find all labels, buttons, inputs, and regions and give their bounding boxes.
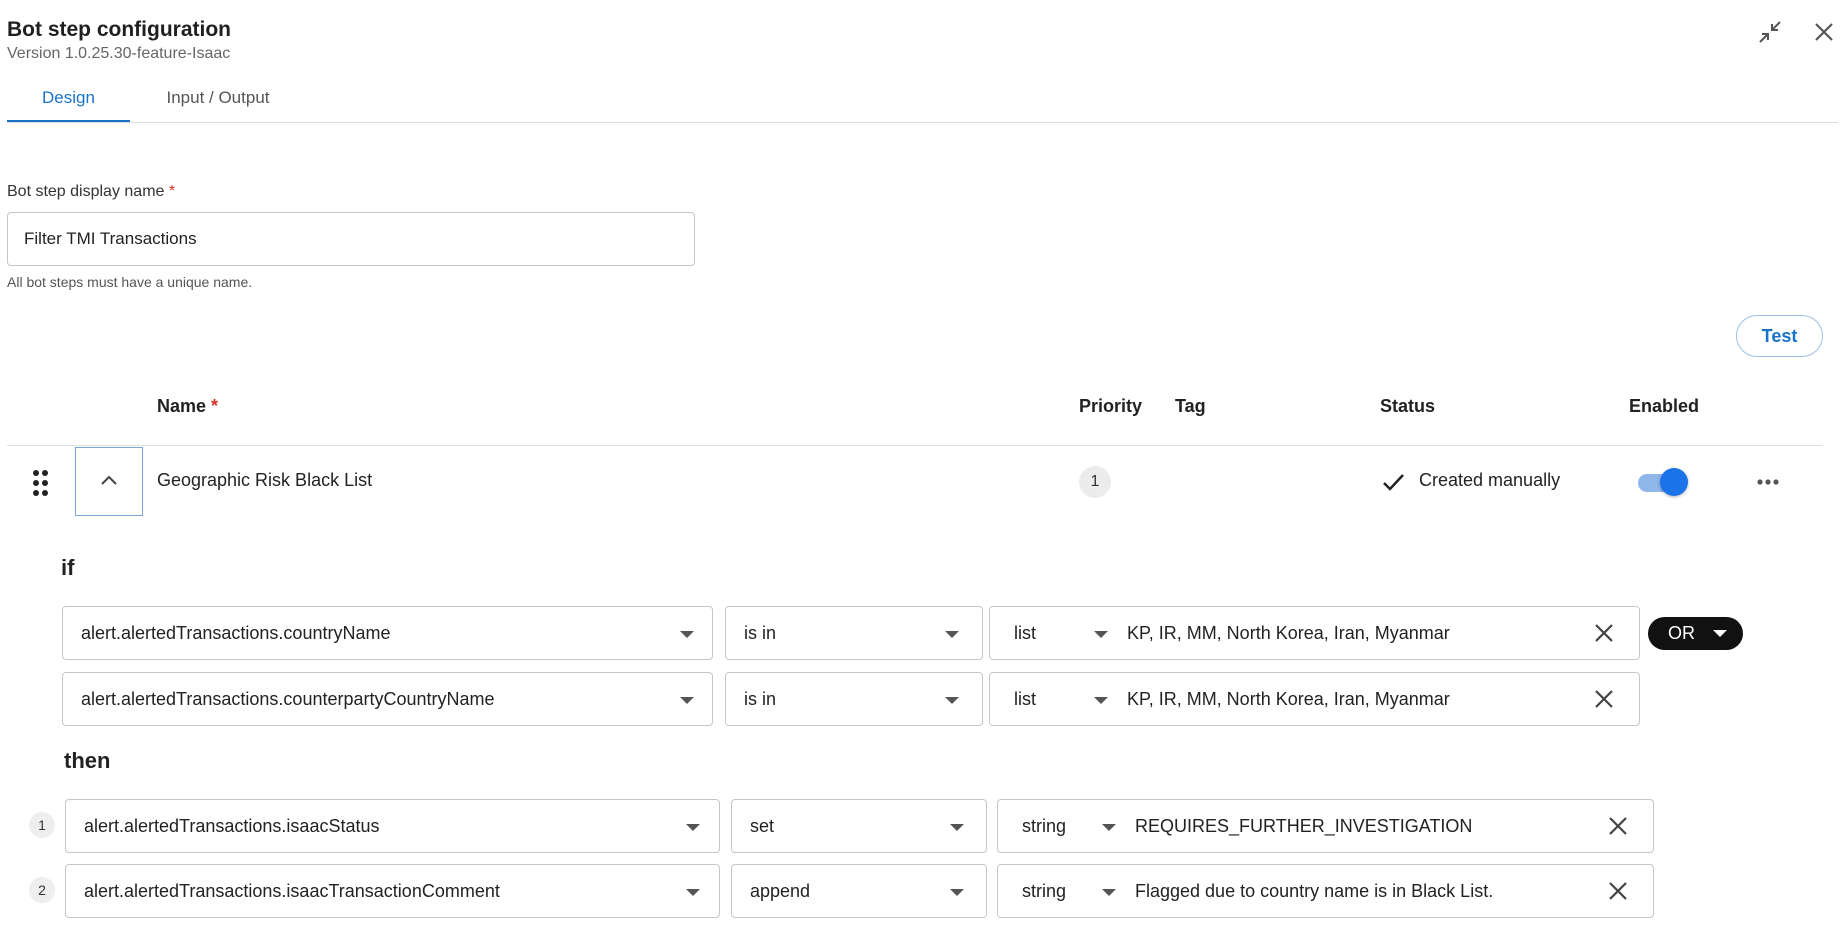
action-index-badge: 2 [29,877,55,903]
action-type-value[interactable]: string [1022,865,1066,917]
required-asterisk: * [168,183,176,200]
column-header-name: Name * [157,396,218,417]
chevron-up-icon [100,473,118,491]
action-type-value[interactable]: string [1022,800,1066,852]
action-value-text[interactable]: Flagged due to country name is in Black … [1135,865,1493,917]
if-label: if [61,555,75,580]
caret-down-icon [945,631,959,638]
action-operator-value: set [750,816,775,836]
action-operator-select[interactable]: set [731,799,987,853]
column-header-enabled: Enabled [1629,396,1700,416]
condition-value-text[interactable]: KP, IR, MM, North Korea, Iran, Myanmar [1127,673,1450,725]
caret-down-icon [950,824,964,831]
version-label: Version 1.0.25.30-feature-Isaac [7,45,231,62]
caret-down-icon[interactable] [1094,631,1108,638]
tab-bar: Design Input / Output [7,78,1838,123]
action-operator-select[interactable]: append [731,864,987,918]
table-divider [7,445,1823,446]
column-header-priority: Priority [1079,396,1143,416]
condition-type-value[interactable]: list [1014,607,1036,659]
close-icon[interactable] [1810,18,1838,46]
dialog-title: Bot step configuration [7,18,231,41]
clear-icon[interactable] [1591,620,1617,646]
more-options-icon[interactable] [1756,470,1780,494]
test-button[interactable]: Test [1736,315,1823,357]
rule-status: Created manually [1419,470,1561,490]
action-value-field[interactable]: string REQUIRES_FURTHER_INVESTIGATION [997,799,1654,853]
clear-icon[interactable] [1605,878,1631,904]
then-label: then [64,748,111,773]
condition-field-select[interactable]: alert.alertedTransactions.countryName [62,606,713,660]
display-name-input[interactable] [7,212,695,266]
clear-icon[interactable] [1591,686,1617,712]
drag-handle-icon[interactable] [32,469,50,497]
condition-field-value: alert.alertedTransactions.counterpartyCo… [81,689,495,709]
condition-field-select[interactable]: alert.alertedTransactions.counterpartyCo… [62,672,713,726]
condition-value-field[interactable]: list KP, IR, MM, North Korea, Iran, Myan… [989,606,1640,660]
display-name-label-text: Bot step display name [7,183,165,200]
column-header-status: Status [1380,396,1436,416]
caret-down-icon[interactable] [1094,697,1108,704]
tab-input-output[interactable]: Input / Output [143,78,293,121]
collapse-rule-button[interactable] [75,447,143,516]
action-index-badge: 1 [29,812,55,838]
checkmark-icon [1381,470,1405,494]
priority-badge: 1 [1079,466,1111,498]
caret-down-icon [680,697,694,704]
caret-down-icon [950,889,964,896]
caret-down-icon [680,631,694,638]
caret-down-icon[interactable] [1102,889,1116,896]
column-header-tag: Tag [1175,396,1206,416]
action-field-value: alert.alertedTransactions.isaacTransacti… [84,881,500,901]
action-field-select[interactable]: alert.alertedTransactions.isaacStatus [65,799,720,853]
action-value-text[interactable]: REQUIRES_FURTHER_INVESTIGATION [1135,800,1472,852]
condition-value-text[interactable]: KP, IR, MM, North Korea, Iran, Myanmar [1127,607,1450,659]
column-header-name-text: Name [157,396,207,416]
condition-operator-select[interactable]: is in [725,606,983,660]
required-asterisk: * [211,396,219,416]
display-name-hint: All bot steps must have a unique name. [7,274,253,290]
condition-field-value: alert.alertedTransactions.countryName [81,623,391,643]
collapse-arrows-icon[interactable] [1756,18,1784,46]
caret-down-icon [686,824,700,831]
caret-down-icon [945,697,959,704]
action-value-field[interactable]: string Flagged due to country name is in… [997,864,1654,918]
caret-down-icon [686,889,700,896]
logic-operator-label: OR [1668,623,1695,643]
condition-operator-select[interactable]: is in [725,672,983,726]
clear-icon[interactable] [1605,813,1631,839]
caret-down-icon[interactable] [1102,824,1116,831]
condition-operator-value: is in [744,689,777,709]
rule-name[interactable]: Geographic Risk Black List [157,470,372,491]
condition-type-value[interactable]: list [1014,673,1036,725]
logic-operator-button[interactable]: OR [1648,617,1743,650]
enabled-toggle[interactable] [1638,466,1690,496]
condition-value-field[interactable]: list KP, IR, MM, North Korea, Iran, Myan… [989,672,1640,726]
tab-design[interactable]: Design [7,78,130,122]
condition-operator-value: is in [744,623,777,643]
action-field-value: alert.alertedTransactions.isaacStatus [84,816,380,836]
toggle-thumb [1660,468,1688,496]
caret-down-icon [1713,630,1727,637]
action-operator-value: append [750,881,811,901]
action-field-select[interactable]: alert.alertedTransactions.isaacTransacti… [65,864,720,918]
display-name-label: Bot step display name * [7,183,175,201]
